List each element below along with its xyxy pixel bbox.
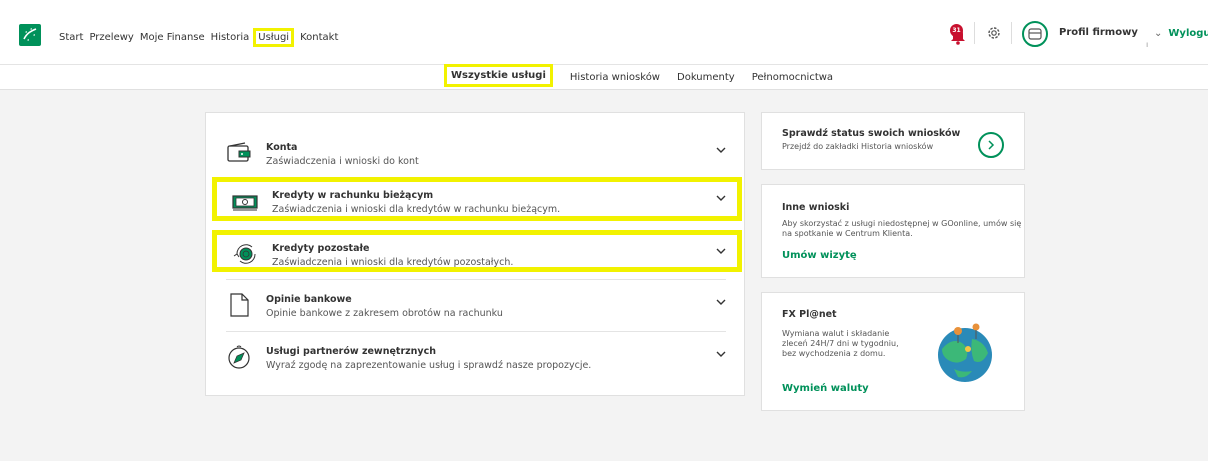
logout-label: Wylogu	[1168, 28, 1208, 39]
service-item-kredyty-pozostale[interactable]: Kredyty pozostałe Zaświadczenia i wniosk…	[212, 230, 742, 272]
service-title: Usługi partnerów zewnętrznych	[266, 346, 437, 357]
service-item-kredyty-rachunek[interactable]: Kredyty w rachunku bieżącym Zaświadczeni…	[212, 177, 742, 221]
divider	[1011, 22, 1012, 44]
settings-button[interactable]	[986, 25, 1002, 41]
bank-logo[interactable]	[19, 24, 41, 46]
chevron-down-icon: ⌄	[1154, 28, 1163, 39]
gear-icon	[988, 27, 1000, 39]
service-item-opinie-bankowe[interactable]: Opinie bankowe Opinie bankowe z zakresem…	[206, 281, 746, 327]
status-card[interactable]: Sprawdź status swoich wniosków Przejdź d…	[761, 112, 1025, 170]
profile-avatar[interactable]	[1022, 21, 1048, 47]
briefcase-icon	[1028, 28, 1042, 40]
other-applications-card: Inne wnioski Aby skorzystać z usługi nie…	[761, 184, 1025, 278]
banknote-icon	[232, 189, 258, 213]
service-description: Wyraź zgodę na zaprezentowanie usług i s…	[266, 360, 592, 371]
chevron-down-icon	[716, 248, 726, 254]
fx-card-description: Wymiana walut i składanie zleceń 24H/7 d…	[782, 329, 899, 358]
service-item-uslugi-partnerow[interactable]: Usługi partnerów zewnętrznych Wyraź zgod…	[206, 333, 746, 379]
service-description: Zaświadczenia i wnioski dla kredytów poz…	[272, 257, 514, 268]
service-description: Opinie bankowe z zakresem obrotów na rac…	[266, 308, 503, 319]
divider	[226, 279, 726, 280]
chevron-right-icon	[988, 140, 995, 150]
notification-badge: 31	[950, 24, 963, 37]
chevron-down-icon	[716, 299, 726, 305]
nav-przelewy[interactable]: Przelewy	[89, 32, 133, 43]
divider	[0, 89, 1208, 90]
tab-documents[interactable]: Dokumenty	[677, 72, 735, 83]
chevron-down-icon	[716, 195, 726, 201]
separator-mark: ı	[1146, 40, 1149, 49]
exchange-currency-link[interactable]: Wymień waluty	[782, 383, 869, 394]
service-description: Zaświadczenia i wnioski do kont	[266, 156, 419, 167]
tab-application-history[interactable]: Historia wniosków	[570, 72, 660, 83]
compass-icon	[226, 345, 252, 369]
globe-illustration	[932, 319, 998, 385]
tab-all-services[interactable]: Wszystkie usługi	[444, 63, 553, 87]
service-title: Konta	[266, 142, 298, 153]
status-card-description: Przejdź do zakładki Historia wniosków	[782, 142, 934, 151]
fx-card-title: FX Pl@net	[782, 309, 837, 320]
service-item-konta[interactable]: Konta Zaświadczenia i wnioski do kont	[206, 129, 746, 175]
divider	[974, 22, 975, 44]
go-to-history-button[interactable]	[978, 132, 1004, 158]
tab-powers-of-attorney[interactable]: Pełnomocnictwa	[752, 72, 833, 83]
service-tabs: Wszystkie usługi Historia wniosków Dokum…	[0, 63, 1208, 89]
profile-label[interactable]: Profil firmowy	[1059, 27, 1138, 38]
service-title: Kredyty pozostałe	[272, 243, 370, 254]
book-visit-link[interactable]: Umów wizytę	[782, 250, 857, 261]
nav-uslugi[interactable]: Usługi	[253, 28, 295, 47]
notifications-button[interactable]: 31	[948, 24, 968, 46]
other-card-title: Inne wnioski	[782, 202, 850, 213]
nav-moje-finanse[interactable]: Moje Finanse	[140, 32, 205, 43]
nav-historia[interactable]: Historia	[211, 32, 250, 43]
other-card-description: Aby skorzystać z usługi niedostępnej w G…	[782, 219, 1022, 238]
coins-cycle-icon	[232, 242, 258, 266]
top-navbar: Start Przelewy Moje Finanse Historia Usł…	[0, 0, 1208, 64]
logout-button[interactable]: ⌄ Wylogu	[1154, 28, 1208, 39]
chevron-down-icon	[716, 147, 726, 153]
service-title: Opinie bankowe	[266, 294, 352, 305]
service-description: Zaświadczenia i wnioski dla kredytów w r…	[272, 204, 561, 215]
main-nav: Start Przelewy Moje Finanse Historia Usł…	[59, 28, 344, 47]
service-title: Kredyty w rachunku bieżącym	[272, 190, 434, 201]
services-list: Konta Zaświadczenia i wnioski do kont Kr…	[205, 112, 745, 396]
chevron-down-icon	[716, 351, 726, 357]
status-card-title: Sprawdź status swoich wniosków	[782, 128, 961, 139]
nav-start[interactable]: Start	[59, 32, 83, 43]
nav-kontakt[interactable]: Kontakt	[300, 32, 338, 43]
divider	[226, 331, 726, 332]
document-icon	[226, 293, 252, 317]
wallet-icon	[226, 141, 252, 165]
fx-planet-card: FX Pl@net Wymiana walut i składanie zlec…	[761, 292, 1025, 411]
